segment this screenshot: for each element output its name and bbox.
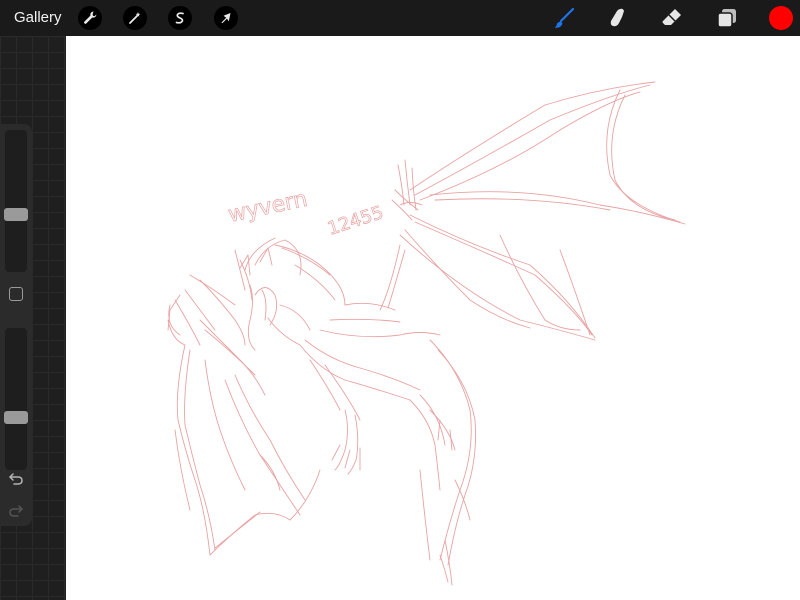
top-toolbar: Gallery — [0, 0, 800, 36]
sketch-label: wyvern — [226, 187, 310, 228]
color-picker-button[interactable] — [769, 6, 793, 30]
selection-s-icon — [175, 12, 184, 24]
transform-button[interactable] — [214, 6, 238, 30]
brush-size-thumb[interactable] — [4, 208, 28, 221]
magic-wand-icon — [129, 12, 141, 24]
layers-icon — [717, 9, 736, 28]
eraser-icon — [662, 9, 681, 25]
actions-button[interactable] — [78, 6, 102, 30]
adjustments-button[interactable] — [123, 6, 147, 30]
drawing-canvas[interactable]: wyvern 12455 — [66, 36, 800, 600]
smudge-finger-icon — [610, 8, 624, 27]
wyvern-sketch: wyvern 12455 — [167, 81, 686, 586]
sketch-strokes — [167, 81, 686, 586]
brush-size-slider[interactable] — [4, 130, 28, 272]
redo-icon[interactable] — [7, 502, 25, 520]
brush-handle — [559, 7, 575, 23]
opacity-slider[interactable] — [4, 328, 28, 470]
sidebar — [0, 124, 32, 526]
smudge-button[interactable] — [604, 4, 632, 32]
brush-button[interactable] — [550, 4, 578, 32]
wrench-icon — [84, 11, 97, 24]
undo-icon[interactable] — [7, 470, 25, 488]
arrow-cursor-icon — [221, 13, 231, 24]
gallery-button[interactable]: Gallery — [14, 9, 62, 26]
opacity-thumb[interactable] — [4, 411, 28, 424]
layers-button[interactable] — [713, 4, 741, 32]
selection-button[interactable] — [168, 6, 192, 30]
brush-icon — [554, 7, 575, 28]
modify-button[interactable] — [9, 287, 23, 301]
sketch-number-label: 12455 — [325, 202, 386, 240]
eraser-button[interactable] — [658, 4, 686, 32]
